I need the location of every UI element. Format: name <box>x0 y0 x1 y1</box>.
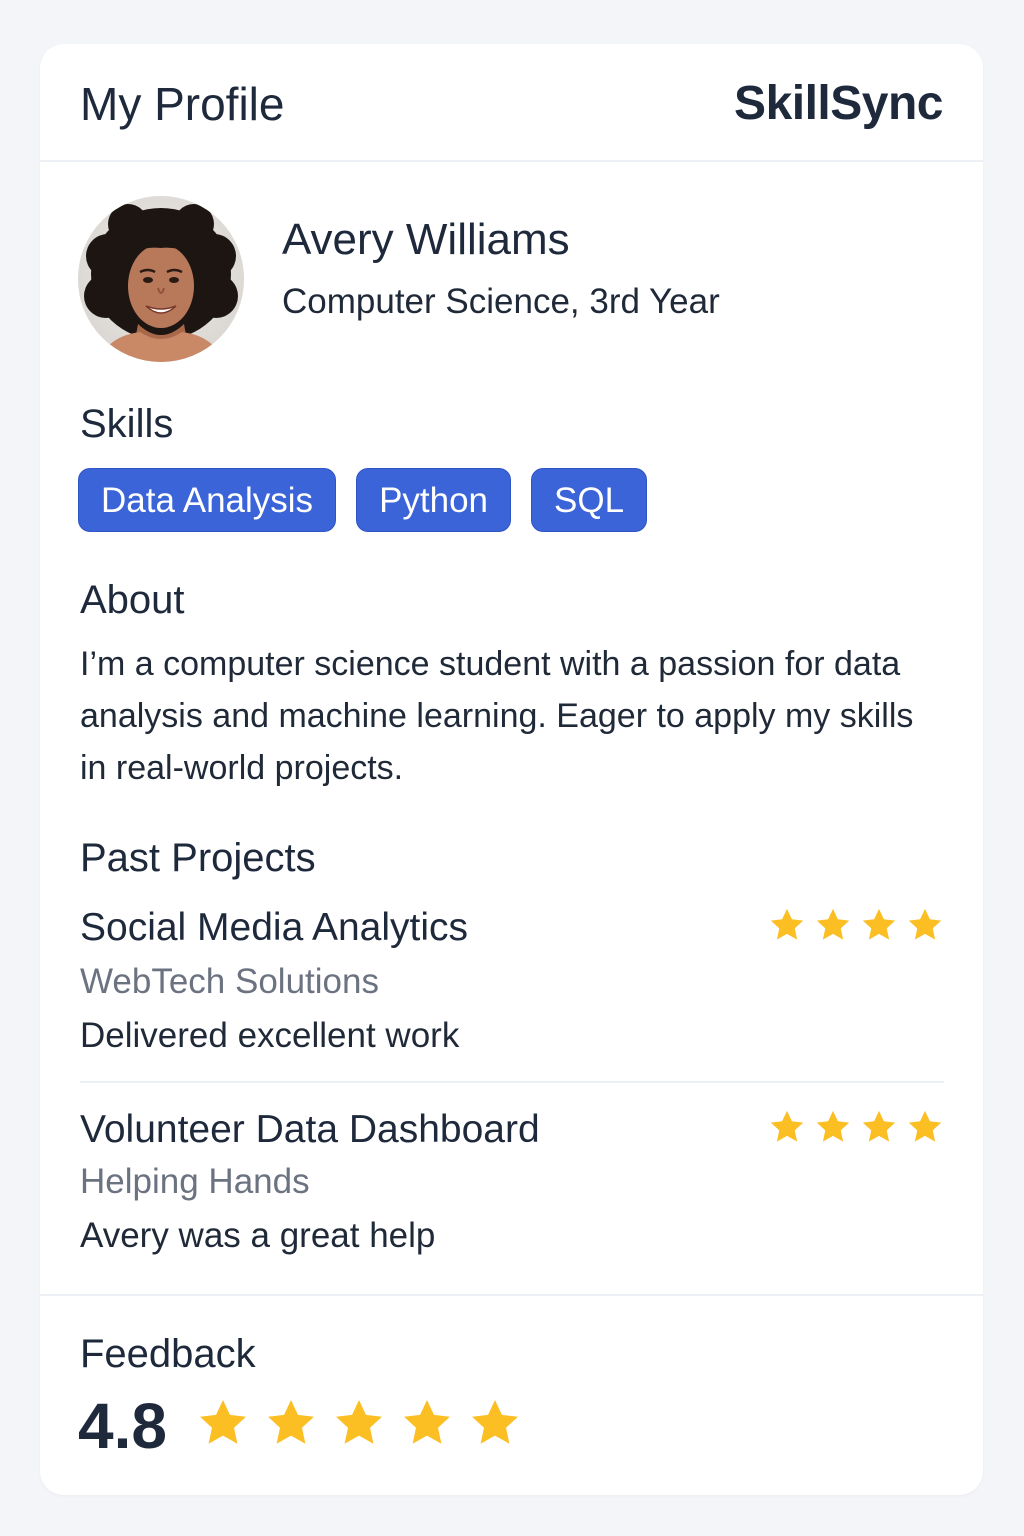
project-rating-stars <box>768 1108 944 1146</box>
profile-program: Computer Science, 3rd Year <box>282 282 720 321</box>
star-icon <box>264 1396 318 1450</box>
brand-logo[interactable]: SkillSync <box>734 76 943 132</box>
project-title: Social Media Analytics <box>80 906 469 949</box>
star-icon <box>400 1396 454 1450</box>
feedback-heading: Feedback <box>80 1332 256 1376</box>
about-heading: About <box>80 578 185 622</box>
skill-chip-data-analysis[interactable]: Data Analysis <box>78 468 337 532</box>
skills-list: Data Analysis Python SQL <box>78 468 648 532</box>
profile-name: Avery Williams <box>282 215 570 264</box>
projects-heading: Past Projects <box>80 836 316 880</box>
project-title: Volunteer Data Dashboard <box>80 1108 540 1151</box>
star-icon <box>768 906 806 944</box>
project-client: WebTech Solutions <box>80 962 379 1001</box>
star-icon <box>768 1108 806 1146</box>
feedback-rating-stars <box>196 1396 522 1450</box>
project-feedback-note: Delivered excellent work <box>80 1016 460 1055</box>
skill-chip-sql[interactable]: SQL <box>531 468 648 532</box>
skills-heading: Skills <box>80 402 174 446</box>
about-text: I’m a computer science student with a pa… <box>80 645 914 787</box>
star-icon <box>468 1396 522 1450</box>
star-icon <box>814 906 852 944</box>
profile-card: My Profile SkillSync Avery Williams Comp… <box>40 44 983 1495</box>
feedback-rating-value: 4.8 <box>78 1390 167 1462</box>
star-icon <box>196 1396 250 1450</box>
star-icon <box>860 1108 898 1146</box>
page-title: My Profile <box>80 78 285 130</box>
star-icon <box>332 1396 386 1450</box>
project-feedback-note: Avery was a great help <box>80 1216 436 1255</box>
project-client: Helping Hands <box>80 1162 310 1201</box>
avatar[interactable] <box>78 196 244 362</box>
project-rating-stars <box>768 906 944 944</box>
project-item[interactable]: Social Media Analytics WebTech Solutions… <box>80 904 944 1074</box>
section-divider <box>40 1294 983 1296</box>
star-icon <box>860 906 898 944</box>
project-item[interactable]: Volunteer Data Dashboard Helping Hands A… <box>80 1106 944 1276</box>
star-icon <box>906 1108 944 1146</box>
star-icon <box>906 906 944 944</box>
star-icon <box>814 1108 852 1146</box>
header-bar: My Profile SkillSync <box>40 44 983 162</box>
project-divider <box>80 1081 944 1083</box>
profile-photo-icon <box>78 196 244 362</box>
skill-chip-python[interactable]: Python <box>356 468 512 532</box>
